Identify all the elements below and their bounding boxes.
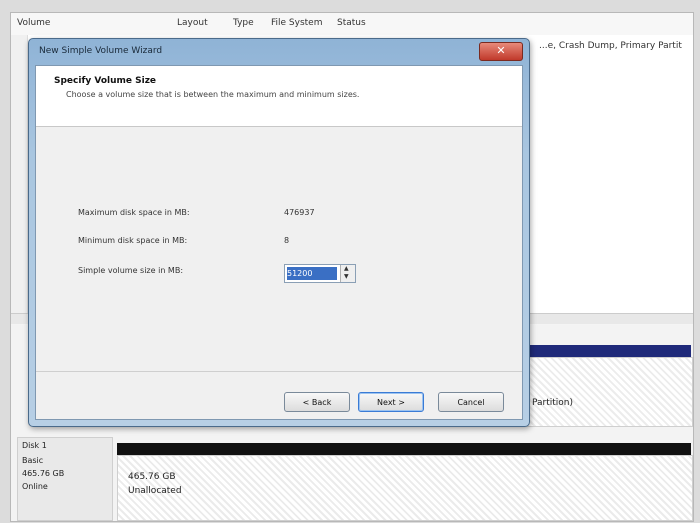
disk1-partition-size: 465.76 GB <box>128 472 176 482</box>
min-disk-space-label: Minimum disk space in MB: <box>78 236 188 245</box>
dialog-title-bar[interactable]: New Simple Volume Wizard ✕ <box>29 39 529 65</box>
wizard-step-subtitle: Choose a volume size that is between the… <box>66 90 360 99</box>
dialog-client-area: Specify Volume Size Choose a volume size… <box>35 65 523 420</box>
new-simple-volume-wizard: New Simple Volume Wizard ✕ Specify Volum… <box>28 38 530 427</box>
back-button[interactable]: < Back <box>284 392 350 412</box>
wizard-header: Specify Volume Size Choose a volume size… <box>36 66 522 127</box>
min-disk-space-value: 8 <box>284 236 290 245</box>
column-type[interactable]: Type <box>233 18 254 28</box>
volume-row-status[interactable]: ...e, Crash Dump, Primary Partit <box>539 41 682 51</box>
disk1-name: Disk 1 <box>22 441 47 450</box>
column-volume[interactable]: Volume <box>17 18 50 28</box>
disk1-size: 465.76 GB <box>22 469 65 478</box>
dialog-title: New Simple Volume Wizard <box>39 46 163 56</box>
column-file-system[interactable]: File System <box>271 18 322 28</box>
column-layout[interactable]: Layout <box>177 18 208 28</box>
disk1-label[interactable]: Disk 1 Basic 465.76 GB Online <box>17 437 113 521</box>
disk1-unallocated-partition[interactable]: 465.76 GB Unallocated <box>117 455 693 521</box>
volume-size-input[interactable] <box>287 267 337 280</box>
disk0-partition[interactable]: Partition) <box>521 357 693 427</box>
volume-size-label: Simple volume size in MB: <box>78 266 184 275</box>
disk1-type: Basic <box>22 456 44 465</box>
close-button[interactable]: ✕ <box>479 42 523 61</box>
next-button[interactable]: Next > <box>358 392 424 412</box>
column-status[interactable]: Status <box>337 18 366 28</box>
disk0-partition-bar <box>521 345 691 357</box>
volume-list-header: Volume Layout Type File System Status <box>11 13 693 36</box>
wizard-step-title: Specify Volume Size <box>54 76 157 86</box>
chevron-up-icon[interactable]: ▲ <box>344 265 349 272</box>
close-icon: ✕ <box>496 44 506 57</box>
disk1-partition-bar <box>117 443 691 455</box>
chevron-down-icon[interactable]: ▼ <box>344 273 349 280</box>
disk1-partition-state: Unallocated <box>128 486 182 496</box>
disk1-state: Online <box>22 482 48 491</box>
stepper-arrows[interactable]: ▲ ▼ <box>340 265 355 282</box>
volume-list-icons <box>11 35 28 321</box>
disk0-partition-text: Partition) <box>532 398 574 408</box>
max-disk-space-label: Maximum disk space in MB: <box>78 208 190 217</box>
cancel-button[interactable]: Cancel <box>438 392 504 412</box>
max-disk-space-value: 476937 <box>284 208 315 217</box>
footer-divider <box>36 371 522 372</box>
volume-size-stepper[interactable]: ▲ ▼ <box>284 264 356 283</box>
